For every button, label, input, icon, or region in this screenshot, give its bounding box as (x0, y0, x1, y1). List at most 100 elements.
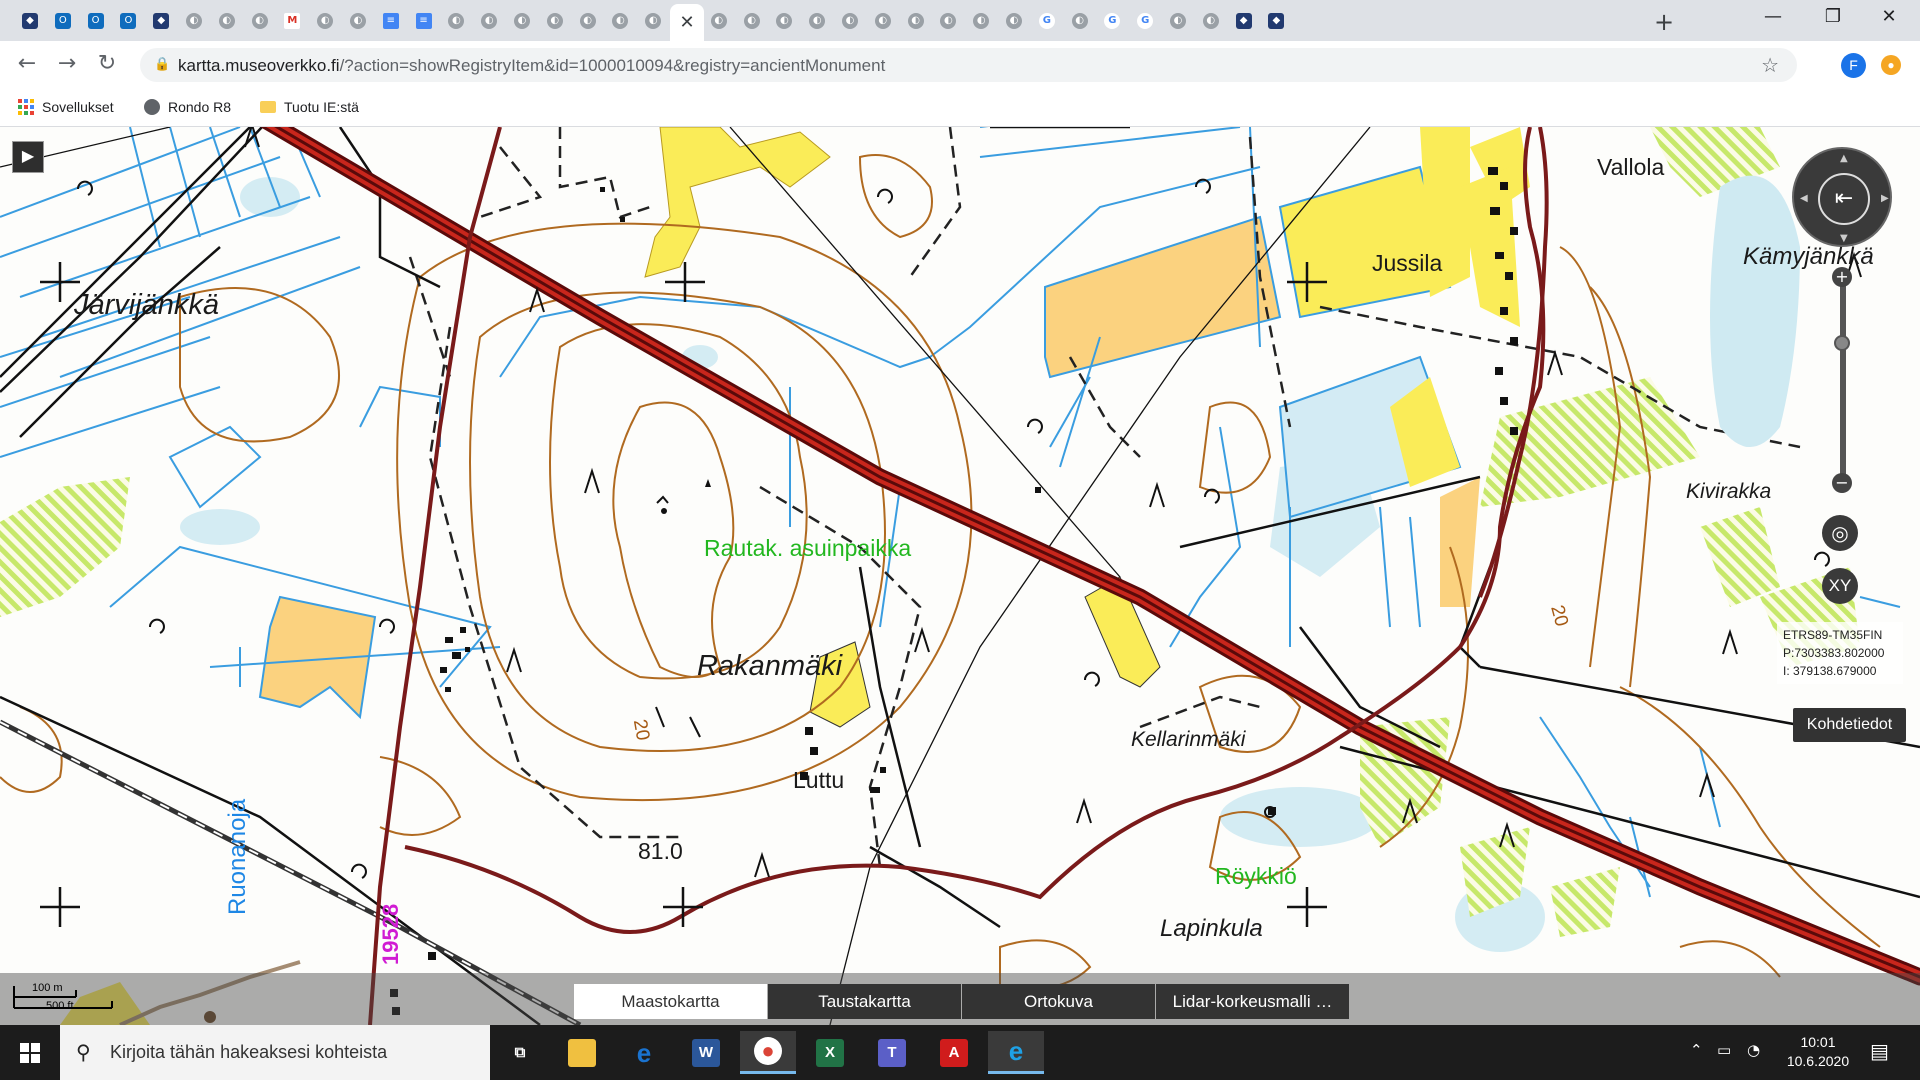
xy-coordinates-button[interactable]: XY (1822, 568, 1858, 604)
browser-tab[interactable]: O (47, 6, 79, 36)
browser-tab[interactable]: ◐ (473, 6, 505, 36)
browser-tab[interactable]: ◐ (506, 6, 538, 36)
browser-tab[interactable]: ◆ (145, 6, 177, 36)
browser-tab[interactable]: ◐ (900, 6, 932, 36)
browser-tab[interactable]: ◐ (932, 6, 964, 36)
taskbar-excel[interactable]: X (802, 1031, 858, 1074)
browser-tab[interactable]: ≡ (408, 6, 440, 36)
zoom-out-button[interactable]: − (1832, 473, 1852, 493)
browser-tab[interactable]: ◐ (604, 6, 636, 36)
locate-button[interactable]: ◎ (1822, 515, 1858, 551)
browser-tab[interactable]: M (276, 6, 308, 36)
bookmark-apps[interactable]: Sovellukset (18, 96, 114, 118)
maximize-button[interactable]: ❐ (1810, 6, 1856, 34)
taskbar-teams[interactable]: T (864, 1031, 920, 1074)
browser-tab[interactable]: ◐ (342, 6, 374, 36)
cairn-label[interactable]: Röykkiö (1215, 863, 1297, 890)
browser-tab[interactable]: ◐ (998, 6, 1030, 36)
ie-icon: e (1008, 1036, 1024, 1066)
taskbar-ie[interactable]: e (988, 1031, 1044, 1074)
browser-tab[interactable]: ◐ (1162, 6, 1194, 36)
zoom-handle[interactable] (1834, 335, 1850, 351)
address-bar[interactable]: 🔒 kartta.museoverkko.fi/?action=showRegi… (140, 48, 1797, 82)
place-label: Jussila (1372, 250, 1443, 276)
zoom-in-button[interactable]: + (1832, 267, 1852, 287)
feature-info-button[interactable]: Kohdetiedot (1793, 708, 1906, 742)
browser-tab[interactable]: ◐ (211, 6, 243, 36)
compass-west-arrow[interactable]: ◀ (1800, 193, 1808, 204)
play-button[interactable]: ▶ (12, 141, 44, 173)
tab-lidar[interactable]: Lidar-korkeusmalli … (1156, 984, 1349, 1019)
browser-tab[interactable]: ◐ (637, 6, 669, 36)
taskbar-search[interactable]: ⚲ Kirjoita tähän hakeaksesi kohteista (60, 1025, 490, 1080)
browser-tab[interactable]: O (112, 6, 144, 36)
bookmark-ie-folder[interactable]: Tuotu IE:stä (260, 96, 359, 118)
browser-tab[interactable]: G (1031, 6, 1063, 36)
monument-marker[interactable] (656, 479, 711, 514)
place-label: Kämyjänkkä (1743, 243, 1874, 270)
task-view-button[interactable]: ⧉ (492, 1031, 548, 1074)
tray-chevron-icon[interactable]: ⌃ (1690, 1041, 1703, 1059)
taskbar-acrobat[interactable]: A (926, 1031, 982, 1074)
browser-tab[interactable]: ◐ (867, 6, 899, 36)
browser-tab[interactable]: ◐ (768, 6, 800, 36)
browser-tab[interactable]: ◆ (1260, 6, 1292, 36)
taskbar-edge[interactable]: e (616, 1031, 672, 1074)
browser-tab[interactable]: ◐ (309, 6, 341, 36)
monument-label[interactable]: Rautak. asuinpaikka (704, 535, 911, 562)
browser-tab[interactable]: ◐ (1064, 6, 1096, 36)
compass-control[interactable]: ▲ ▼ ◀ ▶ ⇤ (1792, 147, 1892, 247)
taskbar-word[interactable]: W (678, 1031, 734, 1074)
taskbar-chrome[interactable]: ● (740, 1031, 796, 1074)
browser-tab[interactable]: ◐ (440, 6, 472, 36)
browser-tab[interactable]: ◐ (703, 6, 735, 36)
minimize-button[interactable]: — (1750, 6, 1796, 34)
start-button[interactable] (0, 1025, 60, 1080)
compass-north-arrow[interactable]: ▲ (1840, 153, 1848, 164)
browser-tab[interactable]: ◆ (1228, 6, 1260, 36)
close-window-button[interactable]: ✕ (1866, 6, 1912, 34)
zoom-slider[interactable]: + − (1832, 267, 1852, 495)
basemap-tabs: Maastokartta Taustakartta Ortokuva Lidar… (574, 984, 1350, 1019)
new-tab-button[interactable]: + (1654, 8, 1674, 36)
browser-tab[interactable]: ◐ (244, 6, 276, 36)
close-icon[interactable]: ✕ (679, 12, 694, 33)
compass-east-arrow[interactable]: ▶ (1881, 193, 1889, 204)
browser-tab[interactable]: ≡ (375, 6, 407, 36)
bookmark-star-icon[interactable]: ☆ (1761, 53, 1779, 77)
browser-tab[interactable]: G (1129, 6, 1161, 36)
zoom-track[interactable] (1840, 281, 1846, 477)
browser-tab[interactable]: ◐ (572, 6, 604, 36)
wifi-icon[interactable]: ◔ (1747, 1041, 1760, 1059)
extension-icon[interactable]: ● (1881, 55, 1901, 75)
browser-tab[interactable]: ◐ (736, 6, 768, 36)
tab-ortokuva[interactable]: Ortokuva (962, 984, 1155, 1019)
coordinate-readout: ETRS89-TM35FIN P:7303383.802000 I: 37913… (1777, 622, 1903, 684)
browser-tab[interactable]: ◐ (834, 6, 866, 36)
tab-taustakartta[interactable]: Taustakartta (768, 984, 961, 1019)
browser-tab[interactable]: G (1096, 6, 1128, 36)
map-view[interactable]: Järvijänkkä Rakanmäki Jussila Vallola Kä… (0, 127, 1920, 1025)
page-icon: ◐ (809, 13, 826, 29)
taskbar-file-explorer[interactable]: ▬ (554, 1031, 610, 1074)
battery-icon[interactable]: ▭ (1717, 1041, 1731, 1059)
page-icon: ◐ (317, 13, 334, 29)
taskbar-clock[interactable]: 10:01 10.6.2020 (1773, 1033, 1863, 1071)
tab-maastokartta[interactable]: Maastokartta (574, 984, 767, 1019)
back-button[interactable]: ← (12, 49, 42, 79)
browser-tab[interactable]: ◐ (801, 6, 833, 36)
browser-tab[interactable]: ◐ (178, 6, 210, 36)
forward-button[interactable]: → (52, 49, 82, 79)
profile-avatar[interactable]: F (1841, 53, 1866, 78)
reload-button[interactable]: ↻ (92, 49, 122, 79)
bookmark-rondo[interactable]: Rondo R8 (144, 96, 231, 118)
browser-tab[interactable]: O (80, 6, 112, 36)
browser-tab[interactable]: ◐ (965, 6, 997, 36)
browser-tab[interactable]: ◐ (1195, 6, 1227, 36)
browser-tab[interactable]: ◆ (14, 6, 46, 36)
compass-south-arrow[interactable]: ▼ (1840, 233, 1848, 244)
reset-rotation-icon[interactable]: ⇤ (1818, 173, 1870, 225)
notifications-icon[interactable]: ▤ (1870, 1039, 1889, 1063)
browser-tab[interactable]: ◐ (539, 6, 571, 36)
tab-active[interactable]: ✕ (670, 4, 704, 41)
